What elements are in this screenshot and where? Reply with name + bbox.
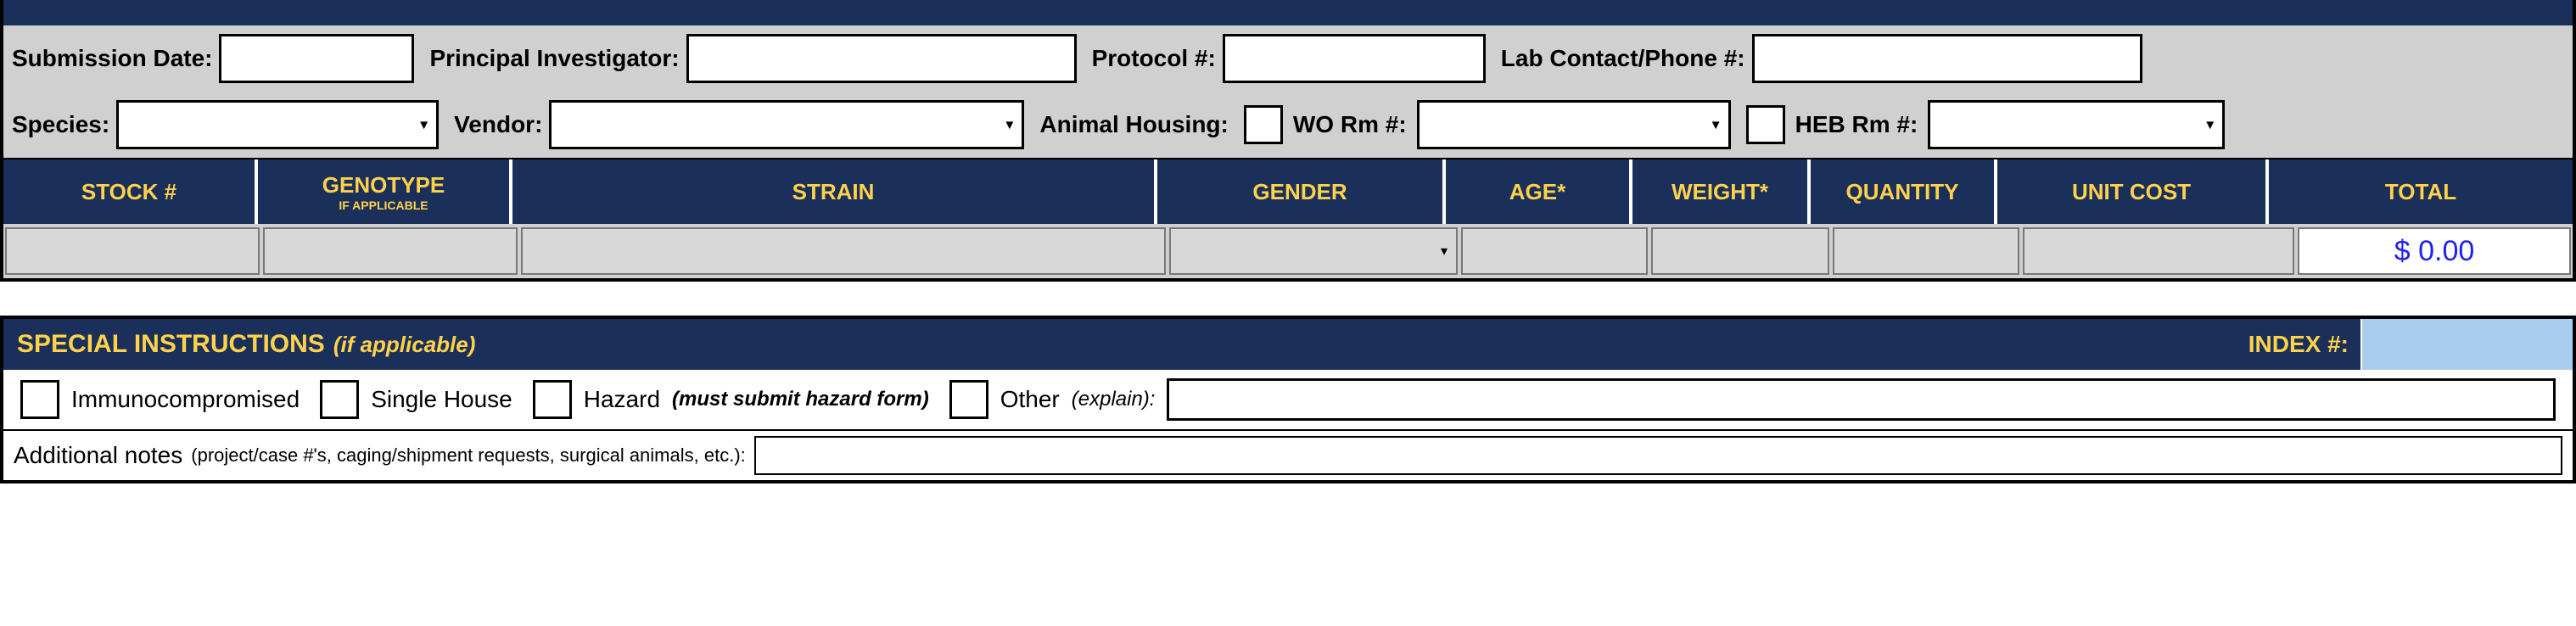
cell-genotype[interactable]: [263, 227, 518, 275]
cell-unit-cost[interactable]: [2023, 227, 2294, 275]
submission-date-input[interactable]: [219, 34, 414, 83]
heb-rm-select[interactable]: [1928, 100, 2225, 149]
immuno-label: Immunocompromised: [71, 386, 300, 413]
single-house-label: Single House: [371, 386, 512, 413]
form-row-2: Species: Vendor: Animal Housing: WO Rm #…: [3, 92, 2573, 158]
hazard-checkbox[interactable]: [533, 380, 572, 419]
notes-sub-label: (project/case #'s, caging/shipment reque…: [191, 444, 746, 467]
special-instructions-section: SPECIAL INSTRUCTIONS (if applicable) IND…: [0, 316, 2576, 483]
th-gender: GENDER: [1157, 159, 1446, 224]
form-section-top: Submission Date: Principal Investigator:…: [0, 0, 2576, 282]
th-stock: STOCK #: [3, 159, 258, 224]
additional-notes-row: Additional notes (project/case #'s, cagi…: [3, 431, 2573, 480]
single-house-checkbox[interactable]: [320, 380, 359, 419]
other-input[interactable]: [1167, 378, 2556, 421]
immuno-checkbox[interactable]: [20, 380, 59, 419]
th-total: TOTAL: [2269, 159, 2573, 224]
pi-input[interactable]: [686, 34, 1077, 83]
notes-input[interactable]: [754, 436, 2562, 475]
si-title-sub: (if applicable): [333, 332, 476, 358]
other-label: Other: [1000, 386, 1060, 413]
table-row: $ 0.00: [3, 224, 2573, 278]
th-genotype-text: GENOTYPE: [322, 172, 445, 198]
animal-housing-label: Animal Housing:: [1039, 111, 1228, 138]
th-weight: WEIGHT*: [1632, 159, 1811, 224]
th-genotype: GENOTYPE IF APPLICABLE: [258, 159, 512, 224]
species-select[interactable]: [116, 100, 439, 149]
th-strain: STRAIN: [512, 159, 1157, 224]
special-instructions-header: SPECIAL INSTRUCTIONS (if applicable) IND…: [3, 319, 2573, 370]
th-quantity: QUANTITY: [1811, 159, 1997, 224]
submission-date-label: Submission Date:: [12, 45, 212, 72]
cell-age[interactable]: [1461, 227, 1648, 275]
wo-rm-checkbox[interactable]: [1244, 105, 1283, 144]
opt-other: Other (explain):: [949, 378, 2556, 421]
heb-rm-label: HEB Rm #:: [1795, 111, 1918, 138]
index-input[interactable]: [2360, 319, 2573, 370]
si-title-text: SPECIAL INSTRUCTIONS: [17, 330, 325, 359]
protocol-label: Protocol #:: [1092, 45, 1216, 72]
th-age: AGE*: [1446, 159, 1632, 224]
species-label: Species:: [12, 111, 109, 138]
cell-total: $ 0.00: [2298, 227, 2571, 275]
pi-label: Principal Investigator:: [429, 45, 679, 72]
index-label: INDEX #:: [2237, 331, 2360, 358]
th-unit-cost: UNIT COST: [1997, 159, 2269, 224]
vendor-label: Vendor:: [454, 111, 542, 138]
notes-label: Additional notes: [14, 442, 182, 469]
wo-rm-select[interactable]: [1417, 100, 1731, 149]
section-gap: [0, 282, 2576, 316]
opt-hazard: Hazard (must submit hazard form): [533, 380, 929, 419]
form-rows: Submission Date: Principal Investigator:…: [3, 25, 2573, 158]
table-header: STOCK # GENOTYPE IF APPLICABLE STRAIN GE…: [3, 158, 2573, 224]
opt-immuno: Immunocompromised: [20, 380, 300, 419]
cell-weight[interactable]: [1651, 227, 1829, 275]
special-options-row: Immunocompromised Single House Hazard (m…: [3, 370, 2573, 431]
cell-stock[interactable]: [5, 227, 260, 275]
hazard-sub-label: (must submit hazard form): [672, 388, 929, 411]
special-instructions-title: SPECIAL INSTRUCTIONS (if applicable): [17, 330, 2237, 359]
form-row-1: Submission Date: Principal Investigator:…: [3, 25, 2573, 92]
protocol-input[interactable]: [1223, 34, 1486, 83]
other-sub-label: (explain):: [1072, 388, 1156, 411]
top-banner: [3, 0, 2573, 25]
cell-quantity[interactable]: [1833, 227, 2019, 275]
other-checkbox[interactable]: [949, 380, 988, 419]
wo-rm-label: WO Rm #:: [1293, 111, 1407, 138]
vendor-select[interactable]: [549, 100, 1024, 149]
opt-single-house: Single House: [320, 380, 512, 419]
lab-contact-input[interactable]: [1752, 34, 2142, 83]
hazard-label: Hazard: [584, 386, 660, 413]
cell-gender-select[interactable]: [1169, 227, 1458, 275]
th-genotype-sub: IF APPLICABLE: [339, 198, 428, 212]
heb-rm-checkbox[interactable]: [1746, 105, 1785, 144]
lab-contact-label: Lab Contact/Phone #:: [1501, 45, 1745, 72]
cell-strain[interactable]: [521, 227, 1166, 275]
